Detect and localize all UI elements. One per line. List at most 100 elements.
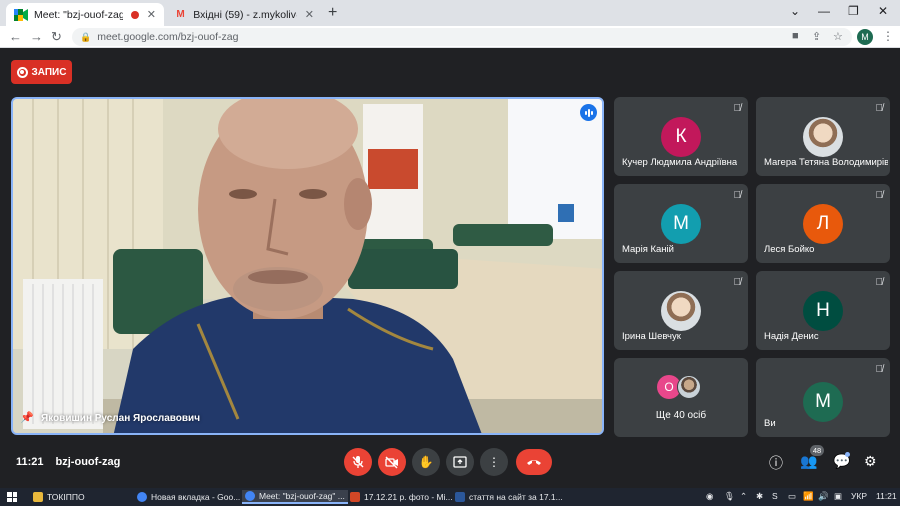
participant-tile[interactable]: 🎙̸ М Марія Каній [614, 184, 748, 263]
close-window-button[interactable]: ✕ [878, 4, 888, 18]
more-vert-icon: ⋮ [488, 455, 500, 469]
language-indicator[interactable]: УКР [851, 491, 867, 501]
participant-count-badge: 48 [810, 445, 824, 456]
more-options-button[interactable]: ⋮ [480, 448, 508, 476]
network-icon[interactable]: 📶 [803, 491, 814, 502]
avatar: Л [803, 203, 843, 244]
participant-name: Кучер Людмила Андріївна [622, 157, 738, 168]
participant-name: Надія Денис [764, 331, 819, 342]
present-button[interactable] [446, 448, 474, 476]
taskbar-item[interactable]: ТОКІППО [33, 490, 85, 504]
participant-tile[interactable]: 🎙̸ Л Леся Бойко [756, 184, 890, 263]
hang-up-icon [527, 460, 541, 465]
taskbar-item[interactable]: 17.12.21 р. фото - Mi... [350, 490, 453, 504]
battery-icon[interactable]: ▭ [788, 491, 796, 502]
mic-off-icon: 🎙̸ [733, 190, 742, 201]
raise-hand-button[interactable]: ✋ [412, 448, 440, 476]
taskbar-item[interactable]: Новая вкладка - Goo... [137, 490, 240, 504]
tab-title: Вхідні (59) - z.mykoliv@ippo.edu [193, 8, 297, 21]
participant-tile[interactable]: 🎙̸ Н Надія Денис [756, 271, 890, 350]
chevron-up-icon[interactable]: ⌃ [740, 491, 747, 502]
participant-name: Ірина Шевчук [622, 331, 681, 342]
camera-off-icon [385, 456, 398, 469]
meet-icon [14, 8, 28, 22]
meeting-details-icon[interactable]: ⓘ [769, 453, 783, 473]
speaker-video-frame [13, 99, 602, 433]
participant-name: Леся Бойко [764, 244, 815, 255]
self-tile[interactable]: 🎙̸ М Ви [756, 358, 890, 437]
viber-icon[interactable]: ◉ [706, 491, 713, 502]
meeting-code: bzj-ouof-zag [55, 456, 121, 468]
mic-off-icon: 🎙̸ [875, 277, 884, 288]
gmail-icon: M [176, 9, 185, 20]
meeting-info: 11:21 bzj-ouof-zag [16, 456, 132, 468]
word-icon [455, 492, 465, 502]
participant-name: Магера Тетяна Володимирівна [764, 157, 888, 168]
back-icon[interactable]: ← [9, 29, 22, 44]
participant-tile[interactable]: 🎙̸ Магера Тетяна Володимирівна [756, 97, 890, 176]
mic-tray-icon[interactable]: 🎙 [724, 491, 735, 502]
display-icon[interactable]: ▣ [834, 491, 842, 502]
avatar: Н [803, 290, 843, 331]
maximize-button[interactable]: ❐ [848, 4, 859, 18]
main-speaker-name: Яковишин Руслан Ярославович [41, 413, 201, 424]
browser-menu-icon[interactable]: ⋮ [882, 29, 894, 43]
minimize-button[interactable]: — [818, 4, 830, 18]
forward-icon[interactable]: → [30, 29, 43, 44]
taskbar-item[interactable]: стаття на сайт за 17.1... [455, 490, 563, 504]
chat-notification-dot [845, 452, 850, 457]
volume-icon[interactable]: 🔊 [818, 491, 829, 502]
participant-tile[interactable]: 🎙̸ Ірина Шевчук [614, 271, 748, 350]
camera-toggle-button[interactable] [378, 448, 406, 476]
address-bar: ← → ↻ 🔒 meet.google.com/bzj-ouof-zag ■ ⇪… [0, 26, 900, 48]
windows-start-icon[interactable] [7, 492, 17, 502]
tab-search-icon[interactable]: ⌄ [790, 4, 800, 18]
taskbar-item-label: Новая вкладка - Goo... [151, 492, 241, 502]
tab-meet[interactable]: Meet: "bzj-ouof-zag" ✕ [6, 3, 164, 26]
lock-icon: 🔒 [80, 31, 92, 42]
avatar-photo [803, 116, 843, 157]
mic-off-icon: 🎙̸ [733, 103, 742, 114]
taskbar-item[interactable]: Meet: "bzj-ouof-zag" ... [242, 490, 348, 504]
participant-name: Марія Каній [622, 244, 674, 255]
bookmark-star-icon[interactable]: ☆ [833, 30, 843, 43]
taskbar-item-label: Meet: "bzj-ouof-zag" ... [259, 491, 345, 501]
speaking-indicator-icon [580, 104, 597, 121]
activities-icon[interactable]: ⚙ [864, 453, 877, 470]
bluetooth-icon[interactable]: ✱ [756, 491, 763, 502]
profile-avatar[interactable]: M [857, 29, 873, 45]
mic-off-icon: 🎙̸ [733, 277, 742, 288]
chrome-icon [137, 492, 147, 502]
recording-label: ЗАПИС [31, 66, 67, 78]
mic-off-icon: 🎙̸ [875, 364, 884, 375]
skype-icon[interactable]: S [772, 491, 778, 501]
taskbar-clock[interactable]: 11:21 [876, 491, 897, 501]
mic-off-icon [352, 456, 364, 468]
url-field[interactable]: 🔒 meet.google.com/bzj-ouof-zag [72, 28, 852, 46]
mic-toggle-button[interactable] [344, 448, 372, 476]
windows-taskbar: ТОКІППО Новая вкладка - Goo... Meet: "bz… [0, 488, 900, 506]
participant-name: Ви [764, 418, 776, 429]
pin-icon[interactable]: 📌 [20, 411, 34, 424]
folder-icon [33, 492, 43, 502]
recording-button[interactable]: ЗАПИС [11, 60, 72, 84]
main-speaker-video[interactable]: 📌 Яковишин Руслан Ярославович [11, 97, 604, 435]
share-icon[interactable]: ⇪ [812, 30, 821, 43]
clock: 11:21 [16, 456, 44, 468]
tab-gmail[interactable]: M Вхідні (59) - z.mykoliv@ippo.edu ✕ [166, 3, 322, 26]
mic-off-icon: 🎙̸ [875, 103, 884, 114]
powerpoint-icon [350, 492, 360, 502]
reload-icon[interactable]: ↻ [51, 29, 62, 45]
avatar: М [803, 381, 843, 422]
leave-call-button[interactable] [516, 449, 552, 475]
taskbar-item-label: ТОКІППО [47, 492, 85, 502]
avatar-photo [661, 290, 701, 331]
chrome-icon [245, 491, 255, 501]
camera-icon[interactable]: ■ [792, 30, 799, 42]
avatar-photo [677, 375, 701, 399]
close-tab-icon[interactable]: ✕ [305, 8, 314, 21]
more-participants-tile[interactable]: О Ще 40 осіб [614, 358, 748, 437]
close-tab-icon[interactable]: ✕ [147, 8, 156, 21]
participant-tile[interactable]: 🎙̸ К Кучер Людмила Андріївна [614, 97, 748, 176]
new-tab-button[interactable]: + [328, 4, 337, 22]
